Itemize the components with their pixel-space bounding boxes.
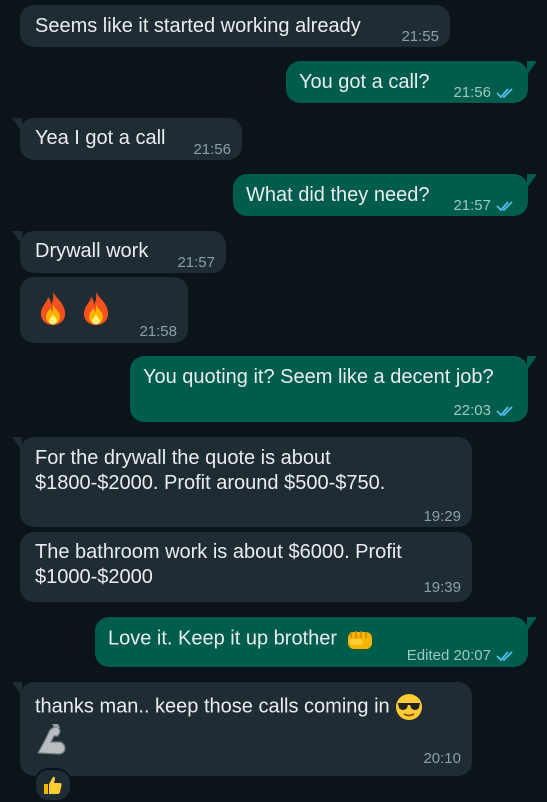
message-bubble[interactable]: The bathroom work is about $6000. Profit…	[20, 532, 472, 602]
message-meta: 21:56	[453, 80, 516, 105]
read-ticks-icon	[496, 405, 516, 417]
message-time: 21:55	[401, 28, 439, 45]
message-time: 19:29	[423, 508, 461, 525]
fire-icon	[80, 290, 112, 326]
message-time: 19:39	[423, 579, 461, 596]
chat-area[interactable]: Seems like it started working already 21…	[0, 0, 547, 802]
message-time: 21:56	[453, 84, 491, 101]
message-time: 21:57	[453, 197, 491, 214]
message-text: Love it. Keep it up brother	[108, 626, 375, 652]
message-time: 20:10	[423, 750, 461, 767]
message-text: thanks man.. keep those calls coming in	[35, 693, 423, 721]
read-ticks-icon	[496, 650, 516, 662]
fist-icon	[347, 631, 372, 649]
emoji-message-bubble[interactable]: 21:58	[20, 277, 188, 343]
message-time: 21:56	[193, 141, 231, 158]
message-text: Drywall work	[35, 240, 149, 262]
thumbs-up-icon	[44, 776, 62, 794]
message-meta: 21:57	[453, 193, 516, 218]
read-ticks-icon	[496, 87, 516, 99]
message-bubble[interactable]: Drywall work 21:57	[12, 231, 226, 273]
read-ticks-icon	[496, 200, 516, 212]
message-time: 22:03	[453, 402, 491, 419]
message-bubble[interactable]: Love it. Keep it up brother Edited 20:07	[95, 617, 537, 668]
message-bubble[interactable]: You quoting it? Seem like a decent job? …	[130, 356, 537, 423]
reaction-badge[interactable]	[34, 768, 72, 802]
message-text: Yea I got a call	[35, 127, 166, 149]
message-bubble[interactable]: For the drywall the quote is about $1800…	[12, 437, 472, 527]
message-text: What did they need?	[246, 184, 430, 206]
sunglasses-face-icon	[396, 694, 423, 720]
flexed-arm-icon	[37, 724, 66, 755]
fire-icon	[37, 290, 69, 326]
message-bubble[interactable]: What did they need? 21:57	[233, 174, 537, 218]
message-text: You got a call?	[299, 71, 430, 93]
message-meta: Edited 20:07	[407, 643, 516, 668]
message-text: For the drywall the quote is about $1800…	[35, 447, 386, 494]
message-text: You quoting it? Seem like a decent job?	[143, 366, 494, 388]
message-bubble[interactable]: Yea I got a call 21:56	[12, 118, 242, 160]
message-time: 21:58	[139, 323, 177, 340]
message-meta: 22:03	[453, 398, 516, 423]
message-time: 21:57	[177, 254, 215, 271]
message-bubble[interactable]: You got a call? 21:56	[286, 61, 537, 105]
message-bubble[interactable]: Seems like it started working already 21…	[20, 5, 450, 47]
message-time: Edited 20:07	[406, 647, 491, 664]
message-text: The bathroom work is about $6000. Profit…	[35, 541, 402, 588]
message-bubble[interactable]: thanks man.. keep those calls coming in …	[12, 682, 472, 776]
message-text: Seems like it started working already	[35, 15, 361, 37]
